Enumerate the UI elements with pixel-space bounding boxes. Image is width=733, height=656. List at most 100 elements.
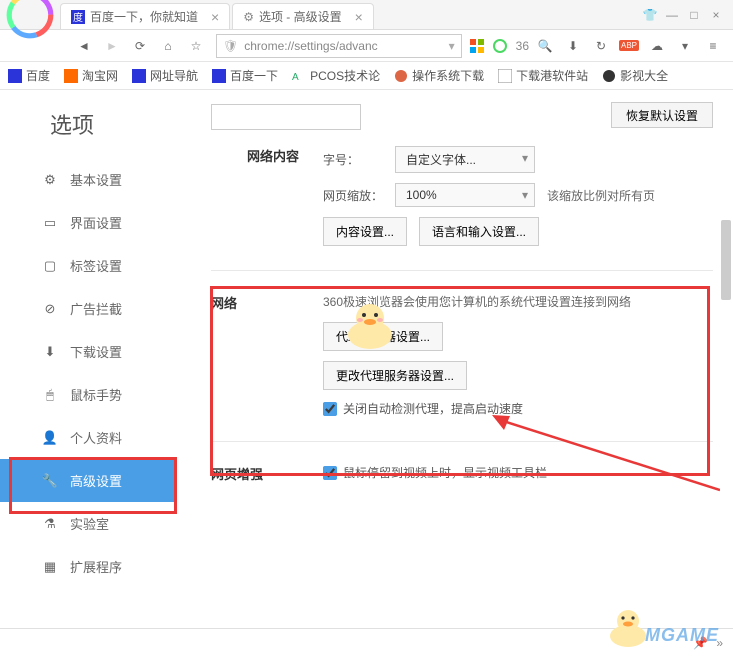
taobao-icon — [64, 69, 78, 83]
toolbar: ◄ ► ⟳ ⌂ ☆ 🛡 chrome://settings/advanc ▾ 3… — [0, 30, 733, 62]
bookmark-item[interactable]: APCOS技术论 — [292, 67, 380, 84]
close-icon[interactable]: × — [211, 9, 219, 25]
scrollbar[interactable] — [721, 220, 731, 300]
sidebar-item-extensions[interactable]: ▦扩展程序 — [0, 545, 175, 588]
zoom-label: 网页缩放： — [323, 187, 383, 204]
reload-button[interactable]: ⟳ — [128, 34, 152, 58]
tab-settings[interactable]: ⚙ 选项 - 高级设置 × — [232, 3, 374, 29]
sidebar-item-profile[interactable]: 👤个人资料 — [0, 416, 175, 459]
bookmark-item[interactable]: 影视大全 — [602, 67, 668, 84]
chevron-down-icon[interactable]: ▾ — [673, 34, 697, 58]
puzzle-icon: ▦ — [42, 559, 58, 575]
checkbox-label: 鼠标停留到视频上时，显示视频工具栏 — [343, 464, 547, 481]
minimize-icon[interactable]: — — [663, 8, 681, 22]
bookmark-item[interactable]: 百度 — [8, 67, 50, 84]
home-button[interactable]: ⌂ — [156, 34, 180, 58]
sidebar: 选项 ⚙基本设置 ▭界面设置 ▢标签设置 ⊘广告拦截 ⬇下载设置 🖱鼠标手势 👤… — [0, 90, 175, 620]
tab-baidu[interactable]: 度 百度一下，你就知道 × — [60, 3, 230, 29]
baidu-icon — [212, 69, 226, 83]
sidebar-item-adblock[interactable]: ⊘广告拦截 — [0, 287, 175, 330]
bookmarks-bar: 百度 淘宝网 网址导航 百度一下 APCOS技术论 操作系统下载 下载港软件站 … — [0, 62, 733, 90]
checkbox-label: 关闭自动检测代理，提高启动速度 — [343, 400, 523, 417]
change-proxy-button[interactable]: 更改代理服务器设置... — [323, 361, 467, 390]
titlebar: 度 百度一下，你就知道 × ⚙ 选项 - 高级设置 × 👕 — □ × — [0, 0, 733, 30]
zoom-select[interactable]: 100% — [395, 183, 535, 207]
sidebar-item-ui[interactable]: ▭界面设置 — [0, 201, 175, 244]
search-engine-button[interactable] — [488, 34, 512, 58]
disable-auto-detect-checkbox[interactable] — [323, 402, 337, 416]
zoom-desc: 该缩放比例对所有页 — [547, 187, 655, 204]
section-enhance: 网页增强 鼠标停留到视频上时，显示视频工具栏 — [211, 464, 713, 481]
tab-label: 选项 - 高级设置 — [259, 8, 342, 25]
content: 选项 ⚙基本设置 ▭界面设置 ▢标签设置 ⊘广告拦截 ⬇下载设置 🖱鼠标手势 👤… — [0, 90, 733, 620]
sidebar-item-download[interactable]: ⬇下载设置 — [0, 330, 175, 373]
window-icon: ▭ — [42, 215, 58, 231]
pcos-icon: A — [292, 69, 306, 83]
star-button[interactable]: ☆ — [184, 34, 208, 58]
tab-strip: 度 百度一下，你就知道 × ⚙ 选项 - 高级设置 × — [60, 0, 633, 29]
flask-icon: ⚗ — [42, 516, 58, 532]
close-icon[interactable]: × — [355, 9, 363, 25]
section-network: 网络 360极速浏览器会使用您计算机的系统代理设置连接到网络 代理服务器设置..… — [211, 293, 713, 417]
svg-text:度: 度 — [73, 11, 83, 24]
skin-icon[interactable]: 👕 — [641, 8, 659, 22]
bookmark-item[interactable]: 操作系统下载 — [394, 67, 484, 84]
mascot-icon — [340, 300, 400, 350]
block-icon: ⊘ — [42, 301, 58, 317]
sidebar-item-mouse[interactable]: 🖱鼠标手势 — [0, 373, 175, 416]
forward-button[interactable]: ► — [100, 34, 124, 58]
cloud-icon[interactable]: ☁ — [645, 34, 669, 58]
chevron-down-icon[interactable]: ▾ — [449, 39, 455, 53]
font-select[interactable]: 自定义字体... — [395, 146, 535, 173]
sidebar-item-tabs[interactable]: ▢标签设置 — [0, 244, 175, 287]
refresh-icon[interactable]: ↻ — [589, 34, 613, 58]
download-icon: ⬇ — [42, 344, 58, 360]
url-bar[interactable]: 🛡 chrome://settings/advanc ▾ — [216, 34, 462, 58]
gear-icon: ⚙ — [42, 172, 58, 188]
menu-icon[interactable]: ≡ — [701, 34, 725, 58]
baidu-icon: 度 — [71, 10, 85, 24]
section-netcontent: 网络内容 字号： 自定义字体... 网页缩放： 100% 该缩放比例对所有页 内… — [211, 146, 713, 246]
search-icon[interactable]: 🔍 — [533, 34, 557, 58]
bookmark-item[interactable]: 下载港软件站 — [498, 67, 588, 84]
browser-logo — [4, 0, 56, 41]
search-input[interactable] — [211, 104, 361, 130]
main-panel: 恢复默认设置 网络内容 字号： 自定义字体... 网页缩放： 100% 该缩放比… — [175, 90, 733, 620]
sidebar-item-advanced[interactable]: 🔧高级设置 — [0, 459, 175, 502]
mouse-icon: 🖱 — [42, 387, 58, 403]
section-title: 网络内容 — [247, 146, 359, 165]
divider — [211, 270, 713, 271]
sidebar-item-basic[interactable]: ⚙基本设置 — [0, 158, 175, 201]
url-text: chrome://settings/advanc — [244, 39, 442, 53]
dl-icon — [498, 69, 512, 83]
sidebar-title: 选项 — [0, 90, 175, 158]
download-icon[interactable]: ⬇ — [561, 34, 585, 58]
abp-icon[interactable]: ABP — [617, 34, 641, 58]
restore-defaults-button[interactable]: 恢复默认设置 — [611, 102, 713, 128]
tab-label: 百度一下，你就知道 — [90, 8, 198, 25]
lang-input-button[interactable]: 语言和输入设置... — [419, 217, 539, 246]
content-settings-button[interactable]: 内容设置... — [323, 217, 407, 246]
os-icon — [394, 69, 408, 83]
wrench-icon: 🔧 — [42, 473, 58, 489]
sidebar-item-lab[interactable]: ⚗实验室 — [0, 502, 175, 545]
search-count: 36 — [516, 39, 529, 53]
video-icon — [602, 69, 616, 83]
mascot-icon — [603, 606, 653, 648]
bookmark-item[interactable]: 淘宝网 — [64, 67, 118, 84]
gear-icon: ⚙ — [243, 10, 254, 24]
back-button[interactable]: ◄ — [72, 34, 96, 58]
person-icon: 👤 — [42, 430, 58, 446]
window-controls: 👕 — □ × — [633, 8, 733, 22]
ms-icon — [470, 39, 484, 53]
section-title: 网络 — [211, 293, 237, 312]
close-icon[interactable]: × — [707, 8, 725, 22]
maximize-icon[interactable]: □ — [685, 8, 703, 22]
baidu-icon — [8, 69, 22, 83]
svg-text:A: A — [292, 72, 299, 83]
bookmark-item[interactable]: 百度一下 — [212, 67, 278, 84]
bookmark-item[interactable]: 网址导航 — [132, 67, 198, 84]
tab-icon: ▢ — [42, 258, 58, 274]
nav-icon — [132, 69, 146, 83]
video-toolbar-checkbox[interactable] — [323, 466, 337, 480]
